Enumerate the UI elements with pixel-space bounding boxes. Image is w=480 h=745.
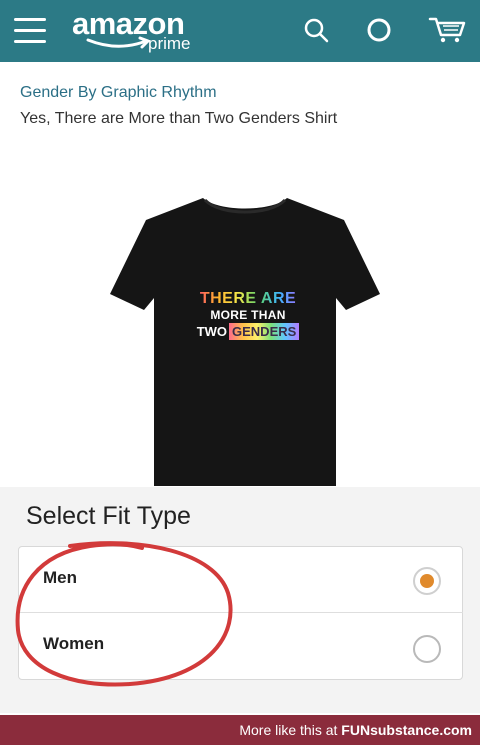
brand-link[interactable]: Gender By Graphic Rhythm bbox=[20, 84, 217, 102]
footer-text-prefix: More like this at bbox=[239, 722, 342, 738]
logo-prime: prime bbox=[148, 34, 191, 53]
cart-icon[interactable] bbox=[428, 15, 466, 45]
shirt-text-line-2: MORE THAN bbox=[210, 308, 286, 322]
shirt-graphic: THERE ARE MORE THAN TWO GENDERS bbox=[196, 290, 300, 340]
shirt-text-line-3: TWO GENDERS bbox=[196, 323, 300, 340]
shirt-text-line-1: THERE ARE bbox=[196, 290, 300, 308]
shirt-text-genders: GENDERS bbox=[229, 323, 300, 340]
menu-icon[interactable] bbox=[14, 18, 46, 44]
footer-brand: FUNsubstance.com bbox=[341, 722, 472, 738]
fit-type-heading: Select Fit Type bbox=[26, 502, 191, 530]
red-annotation-circle bbox=[15, 541, 233, 687]
shirt-text-two: TWO bbox=[196, 324, 228, 339]
footer-text[interactable]: More like this at FUNsubstance.com bbox=[239, 722, 472, 738]
radio-men-selected[interactable] bbox=[413, 567, 441, 595]
product-title: Yes, There are More than Two Genders Shi… bbox=[20, 110, 338, 127]
amazon-prime-logo[interactable]: amazon prime bbox=[72, 6, 212, 58]
radio-selected-dot bbox=[420, 574, 434, 588]
footer-bar: More like this at FUNsubstance.com bbox=[0, 715, 480, 745]
radio-women[interactable] bbox=[413, 635, 441, 663]
circle-icon[interactable] bbox=[366, 17, 392, 43]
logo-smile-icon bbox=[86, 36, 150, 49]
search-icon[interactable] bbox=[303, 17, 329, 43]
top-nav-bar: amazon prime bbox=[0, 0, 480, 62]
